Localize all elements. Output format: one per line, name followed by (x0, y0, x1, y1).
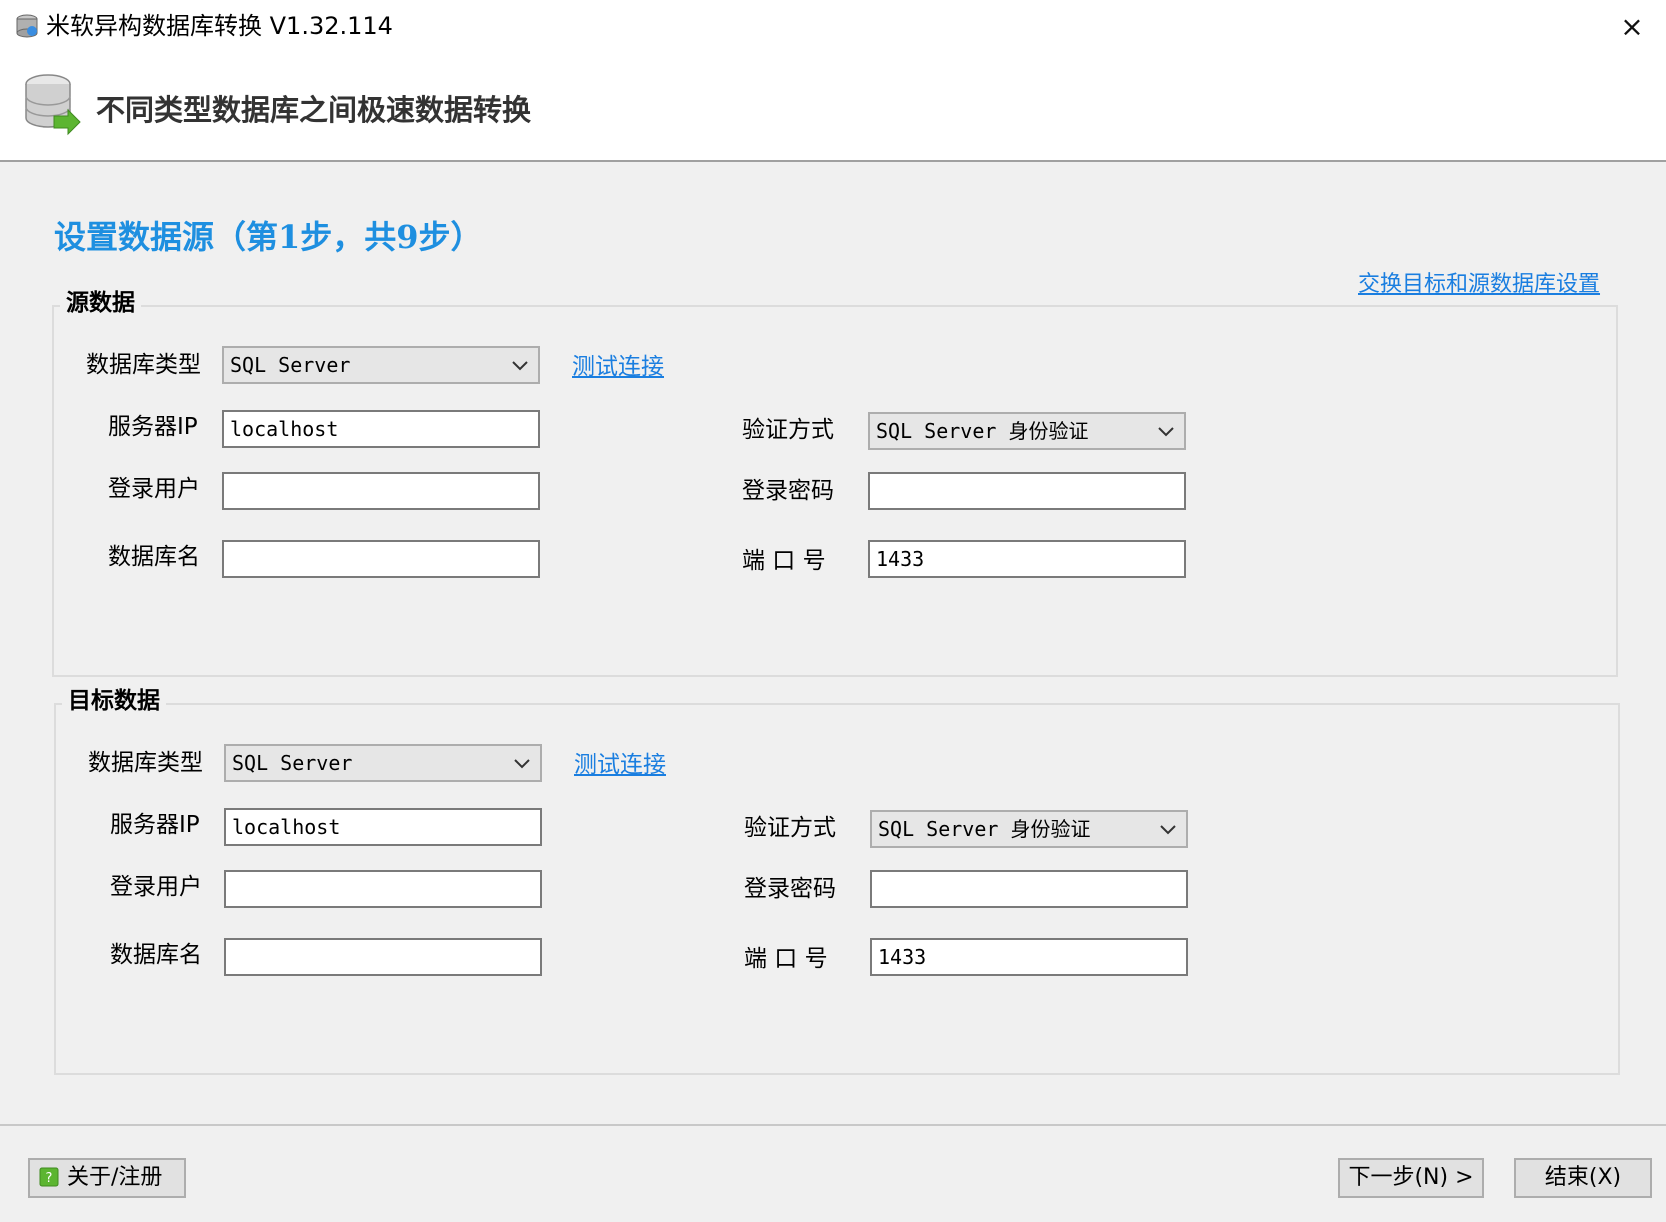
finish-button[interactable]: 结束(X) (1514, 1158, 1652, 1198)
source-db-type-select[interactable]: SQL Server (222, 346, 540, 384)
source-port-input[interactable]: 1433 (868, 540, 1186, 578)
source-password-input[interactable] (868, 472, 1186, 510)
source-user-label: 登录用户 (108, 476, 200, 502)
source-db-type-value: SQL Server (230, 353, 351, 377)
target-dbname-input[interactable] (224, 938, 542, 976)
source-user-input[interactable] (222, 472, 540, 510)
app-database-icon (16, 14, 38, 38)
target-user-input[interactable] (224, 870, 542, 908)
target-auth-label: 验证方式 (744, 815, 836, 841)
about-register-label: 关于/注册 (67, 1165, 163, 1190)
target-password-input[interactable] (870, 870, 1188, 908)
database-convert-icon (25, 74, 81, 136)
target-port-input[interactable]: 1433 (870, 938, 1188, 976)
target-user-label: 登录用户 (110, 874, 202, 900)
chevron-down-icon (512, 361, 528, 371)
register-icon: ? (39, 1167, 59, 1187)
chevron-down-icon (514, 759, 530, 769)
source-group-title: 源数据 (60, 288, 141, 318)
source-dbname-label: 数据库名 (108, 544, 200, 570)
target-db-type-label: 数据库类型 (88, 750, 203, 776)
svg-text:?: ? (46, 1171, 53, 1186)
source-test-connection-link[interactable]: 测试连接 (572, 352, 664, 382)
target-port-label: 端 口 号 (744, 946, 828, 972)
target-password-label: 登录密码 (744, 876, 836, 902)
target-db-type-value: SQL Server (232, 751, 353, 775)
target-db-type-select[interactable]: SQL Server (224, 744, 542, 782)
target-server-ip-label: 服务器IP (110, 812, 200, 838)
source-server-ip-label: 服务器IP (108, 414, 198, 440)
target-auth-select[interactable]: SQL Server 身份验证 (870, 810, 1188, 848)
source-auth-value: SQL Server 身份验证 (876, 419, 1089, 443)
header-title: 不同类型数据库之间极速数据转换 (96, 93, 532, 127)
about-register-button[interactable]: ? 关于/注册 (28, 1158, 186, 1198)
source-port-label: 端 口 号 (742, 548, 826, 574)
close-icon[interactable]: × (1610, 8, 1654, 46)
step-title: 设置数据源（第1步，共9步） (54, 218, 483, 256)
source-auth-select[interactable]: SQL Server 身份验证 (868, 412, 1186, 450)
chevron-down-icon (1160, 825, 1176, 835)
target-test-connection-link[interactable]: 测试连接 (574, 750, 666, 780)
source-db-type-label: 数据库类型 (86, 352, 201, 378)
window-title: 米软异构数据库转换 V1.32.114 (46, 12, 393, 40)
footer-divider (0, 1124, 1666, 1126)
source-server-ip-input[interactable]: localhost (222, 410, 540, 448)
target-dbname-label: 数据库名 (110, 942, 202, 968)
next-button[interactable]: 下一步(N) > (1338, 1158, 1484, 1198)
swap-source-target-link[interactable]: 交换目标和源数据库设置 (1358, 270, 1600, 300)
target-group-title: 目标数据 (62, 686, 166, 716)
target-auth-value: SQL Server 身份验证 (878, 817, 1091, 841)
target-server-ip-input[interactable]: localhost (224, 808, 542, 846)
chevron-down-icon (1158, 427, 1174, 437)
source-dbname-input[interactable] (222, 540, 540, 578)
source-password-label: 登录密码 (742, 478, 834, 504)
source-auth-label: 验证方式 (742, 417, 834, 443)
